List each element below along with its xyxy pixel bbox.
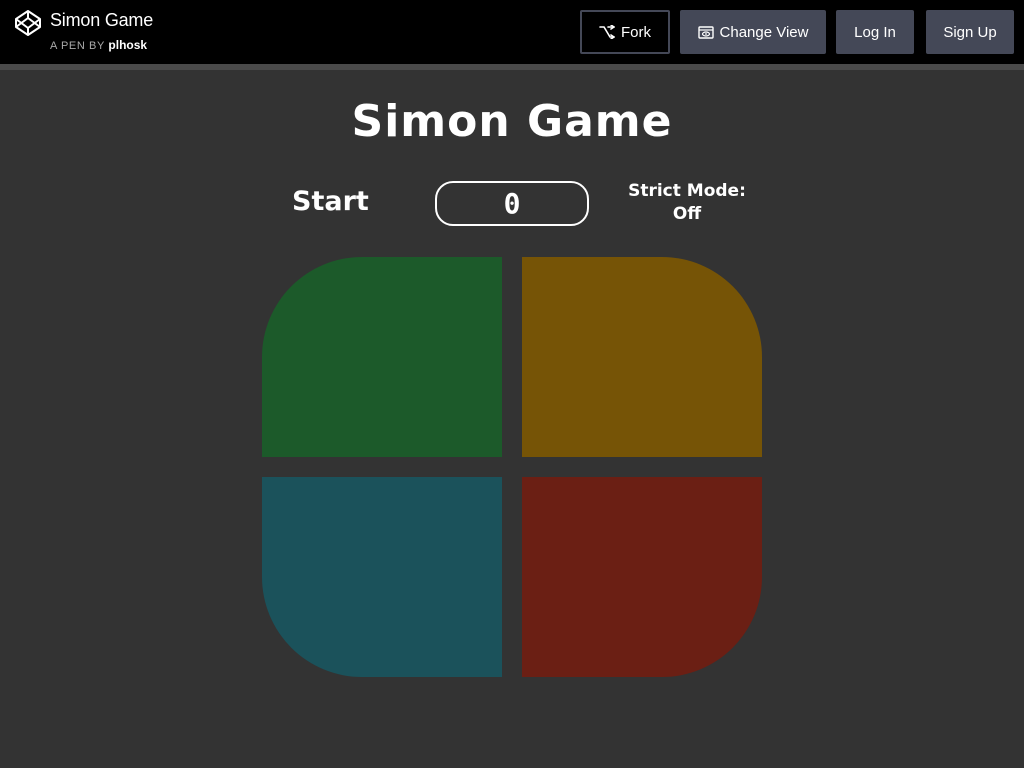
eye-icon bbox=[697, 25, 714, 39]
step-counter: 0 bbox=[435, 181, 589, 226]
change-view-label: Change View bbox=[719, 23, 809, 41]
sign-up-button[interactable]: Sign Up bbox=[926, 10, 1014, 54]
change-view-button[interactable]: Change View bbox=[680, 10, 826, 54]
pen-author-line: A PEN BY plhosk bbox=[50, 38, 147, 52]
top-bar: Simon Game A PEN BY plhosk Fork Change V… bbox=[0, 0, 1024, 64]
strict-mode-label: Strict Mode: bbox=[628, 181, 746, 201]
pen-author-link[interactable]: plhosk bbox=[108, 38, 147, 52]
red-pad[interactable] bbox=[522, 477, 762, 677]
fork-button-label: Fork bbox=[621, 23, 651, 41]
fork-button[interactable]: Fork bbox=[580, 10, 670, 54]
game-title: Simon Game bbox=[351, 96, 673, 147]
header-divider bbox=[0, 64, 1024, 70]
pen-title[interactable]: Simon Game bbox=[50, 10, 153, 31]
codepen-logo-icon[interactable] bbox=[14, 9, 42, 37]
pen-by-prefix: A PEN BY bbox=[50, 40, 105, 52]
strict-mode-value: Off bbox=[672, 204, 702, 224]
fork-icon bbox=[599, 25, 615, 39]
log-in-button[interactable]: Log In bbox=[836, 10, 914, 54]
start-button[interactable]: Start bbox=[292, 186, 369, 217]
yellow-pad[interactable] bbox=[522, 257, 762, 457]
green-pad[interactable] bbox=[262, 257, 502, 457]
blue-pad[interactable] bbox=[262, 477, 502, 677]
strict-mode-toggle[interactable]: Strict Mode: Off bbox=[612, 180, 762, 226]
